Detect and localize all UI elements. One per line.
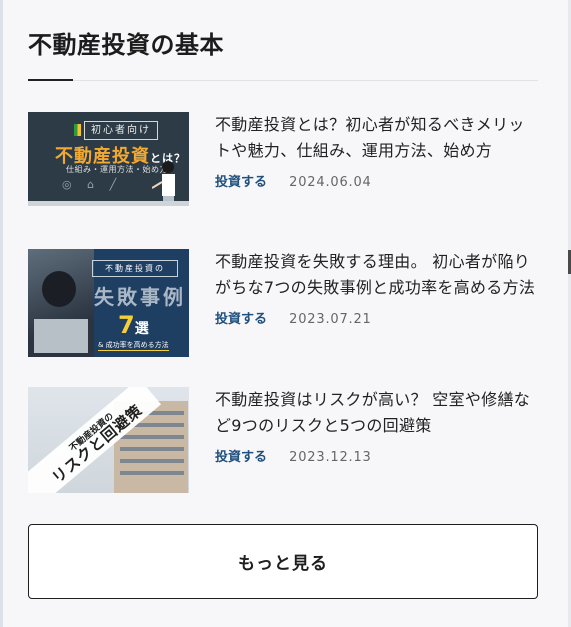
article-meta: 投資する 2023.12.13 xyxy=(215,449,540,467)
content-panel: 不動産投資の基本 初心者向け 不動産投資とは？ 仕組み・運用方法・始め方 ◎ ⌂… xyxy=(0,0,568,627)
building-window-row xyxy=(120,471,184,475)
article-thumbnail[interactable]: 初心者向け 不動産投資とは？ 仕組み・運用方法・始め方 ◎ ⌂ ╱ xyxy=(28,112,189,206)
article-card[interactable]: 不動産投資の リスクと回避策 不動産投資はリスクが高い？ 空室や修繕など9つのリ… xyxy=(28,387,540,493)
beginner-mark-icon xyxy=(74,124,81,136)
thumbnail-person xyxy=(42,271,76,307)
article-card[interactable]: 初心者向け 不動産投資とは？ 仕組み・運用方法・始め方 ◎ ⌂ ╱ 不動産投資と… xyxy=(28,112,540,212)
title-divider xyxy=(28,80,538,81)
article-body: 不動産投資とは？初心者が知るべきメリットや魅力、仕組み、運用方法、始め方 投資す… xyxy=(215,112,540,192)
article-thumbnail[interactable]: 不動産投資の リスクと回避策 xyxy=(28,387,189,493)
article-date: 2023.12.13 xyxy=(289,450,372,465)
article-category[interactable]: 投資する xyxy=(215,312,267,327)
building-window-row xyxy=(120,447,184,451)
article-date: 2023.07.21 xyxy=(289,312,372,327)
left-edge xyxy=(0,0,3,627)
thumbnail-laptop xyxy=(34,319,88,353)
article-body: 不動産投資を失敗する理由。 初心者が陥りがちな7つの失敗事例と成功率を高める方法… xyxy=(215,249,540,329)
see-more-button[interactable]: もっと見る xyxy=(28,524,538,599)
article-meta: 投資する 2023.07.21 xyxy=(215,311,540,329)
thumbnail-tag: 不動産投資の xyxy=(92,260,178,277)
article-meta: 投資する 2024.06.04 xyxy=(215,174,540,192)
article-card[interactable]: 不動産投資の 失敗事例 7選 & 成功率を高める方法 不動産投資を失敗する理由。… xyxy=(28,249,540,357)
building-window-row xyxy=(120,435,184,439)
building-window-row xyxy=(120,459,184,463)
thumbnail-heading: 失敗事例 xyxy=(94,285,186,309)
thumbnail-number: 7選 xyxy=(118,311,149,339)
article-title[interactable]: 不動産投資とは？初心者が知るべきメリットや魅力、仕組み、運用方法、始め方 xyxy=(215,112,540,164)
chart-icon: ◎ ⌂ ╱ xyxy=(62,178,123,191)
thumbnail-tag: 初心者向け xyxy=(84,121,158,140)
article-body: 不動産投資はリスクが高い？ 空室や修繕など9つのリスクと5つの回避策 投資する … xyxy=(215,387,540,467)
thumbnail-floor xyxy=(28,201,189,206)
article-date: 2024.06.04 xyxy=(289,175,372,190)
presenter-illustration xyxy=(152,161,175,206)
thumbnail-subheading: & 成功率を高める方法 xyxy=(98,341,169,351)
article-title[interactable]: 不動産投資を失敗する理由。 初心者が陥りがちな7つの失敗事例と成功率を高める方法 xyxy=(215,249,540,301)
article-thumbnail[interactable]: 不動産投資の 失敗事例 7選 & 成功率を高める方法 xyxy=(28,249,189,357)
title-divider-accent xyxy=(28,79,73,81)
article-category[interactable]: 投資する xyxy=(215,175,267,190)
section-title: 不動産投資の基本 xyxy=(28,31,224,59)
article-title[interactable]: 不動産投資はリスクが高い？ 空室や修繕など9つのリスクと5つの回避策 xyxy=(215,387,540,439)
article-category[interactable]: 投資する xyxy=(215,450,267,465)
